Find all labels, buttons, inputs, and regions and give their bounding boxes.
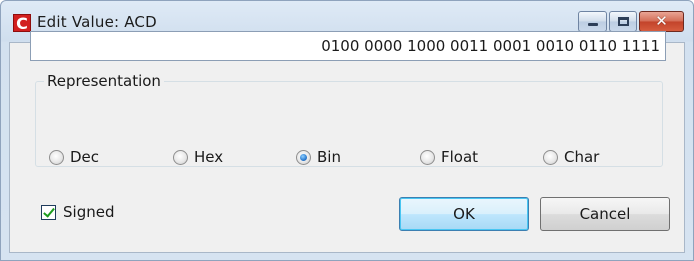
- app-logo-icon: C: [13, 14, 31, 32]
- radio-dec[interactable]: Dec: [49, 147, 99, 167]
- window-title: Edit Value: ACD: [37, 13, 157, 31]
- cancel-button[interactable]: Cancel: [540, 197, 670, 231]
- maximize-icon: [618, 17, 629, 26]
- minimize-button[interactable]: [578, 11, 607, 32]
- representation-legend: Representation: [44, 72, 164, 90]
- radio-float[interactable]: Float: [420, 147, 478, 167]
- radio-float-circle[interactable]: [420, 149, 435, 165]
- signed-checkbox[interactable]: Signed: [41, 203, 114, 221]
- radio-float-label[interactable]: Float: [441, 148, 478, 166]
- close-icon: ✕: [655, 12, 668, 30]
- radio-bin-label[interactable]: Bin: [317, 148, 341, 166]
- radio-dec-circle[interactable]: [49, 149, 64, 165]
- minimize-icon: [588, 23, 598, 26]
- radio-char-label[interactable]: Char: [564, 148, 599, 166]
- edit-value-dialog: C Edit Value: ACD ✕ Representation Dec H…: [0, 0, 694, 261]
- radio-bin-circle[interactable]: [296, 149, 311, 165]
- radio-hex-label[interactable]: Hex: [194, 148, 223, 166]
- close-button[interactable]: ✕: [639, 11, 684, 32]
- radio-char[interactable]: Char: [543, 147, 599, 167]
- radio-hex-circle[interactable]: [173, 149, 188, 165]
- radio-dec-label[interactable]: Dec: [70, 148, 99, 166]
- ok-button[interactable]: OK: [399, 197, 529, 231]
- maximize-button[interactable]: [609, 11, 637, 32]
- checkbox-checked-icon[interactable]: [41, 204, 56, 220]
- radio-char-circle[interactable]: [543, 149, 558, 165]
- radio-hex[interactable]: Hex: [173, 147, 223, 167]
- caption-buttons: ✕: [578, 11, 684, 33]
- value-input[interactable]: [30, 31, 666, 61]
- signed-label[interactable]: Signed: [63, 203, 114, 221]
- radio-bin[interactable]: Bin: [296, 147, 341, 167]
